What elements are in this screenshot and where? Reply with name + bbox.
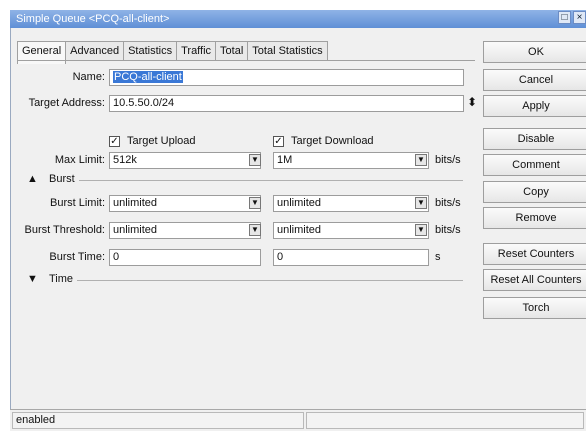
burst-time-label: Burst Time: <box>49 251 105 263</box>
burst-threshold-unit: bits/s <box>435 224 461 236</box>
tab-total[interactable]: Total <box>215 41 249 60</box>
target-upload-label: Target Upload <box>127 135 196 147</box>
burst-limit-upload-dropdown-icon[interactable]: ▼ <box>249 197 261 209</box>
simple-queue-dialog: General Advanced Statistics Traffic Tota… <box>10 28 586 431</box>
max-limit-upload-field[interactable]: 512k <box>109 152 261 169</box>
name-value: PCQ-all-client <box>113 71 183 83</box>
ok-button[interactable]: OK <box>483 41 586 63</box>
tab-divider <box>17 60 475 61</box>
max-limit-download-field[interactable]: 1M <box>273 152 429 169</box>
target-address-label: Target Address: <box>28 97 105 109</box>
window-title: Simple Queue <PCQ-all-client> <box>16 13 170 25</box>
close-window-button[interactable]: × <box>573 11 586 24</box>
tab-total-statistics[interactable]: Total Statistics <box>247 41 328 60</box>
restore-window-button[interactable]: □ <box>558 11 571 24</box>
updown-arrow-icon[interactable]: ⬍ <box>467 95 477 109</box>
burst-threshold-upload-dropdown-icon[interactable]: ▼ <box>249 224 261 236</box>
tab-traffic[interactable]: Traffic <box>176 41 217 60</box>
burst-limit-unit: bits/s <box>435 197 461 209</box>
time-expand-icon[interactable]: ▼ <box>27 273 38 285</box>
burst-limit-download-field[interactable]: unlimited <box>273 195 429 212</box>
name-label: Name: <box>72 71 105 83</box>
burst-threshold-label: Burst Threshold: <box>24 224 105 236</box>
burst-limit-upload-field[interactable]: unlimited <box>109 195 261 212</box>
tab-statistics[interactable]: Statistics <box>123 41 178 60</box>
apply-button[interactable]: Apply <box>483 95 586 117</box>
disable-button[interactable]: Disable <box>483 128 586 150</box>
burst-time-download-field[interactable]: 0 <box>273 249 429 266</box>
burst-threshold-upload-field[interactable]: unlimited <box>109 222 261 239</box>
max-limit-download-dropdown-icon[interactable]: ▼ <box>415 154 427 166</box>
max-limit-unit: bits/s <box>435 154 461 166</box>
burst-limit-download-dropdown-icon[interactable]: ▼ <box>415 197 427 209</box>
target-upload-checkbox[interactable]: ✓ <box>109 136 120 147</box>
burst-collapse-icon[interactable]: ▲ <box>27 173 38 185</box>
comment-button[interactable]: Comment <box>483 154 586 176</box>
max-limit-label: Max Limit: <box>54 154 105 166</box>
burst-threshold-download-field[interactable]: unlimited <box>273 222 429 239</box>
tab-strip: General Advanced Statistics Traffic Tota… <box>17 41 328 64</box>
name-field[interactable]: PCQ-all-client <box>109 69 464 86</box>
time-divider <box>77 280 463 281</box>
burst-section-label: Burst <box>49 173 75 185</box>
status-cell-empty <box>306 412 584 429</box>
target-address-field[interactable]: 10.5.50.0/24 <box>109 95 464 112</box>
time-section-label: Time <box>49 273 74 285</box>
max-limit-upload-dropdown-icon[interactable]: ▼ <box>249 154 261 166</box>
status-text: enabled <box>12 412 304 429</box>
remove-button[interactable]: Remove <box>483 207 586 229</box>
cancel-button[interactable]: Cancel <box>483 69 586 91</box>
target-download-checkbox[interactable]: ✓ <box>273 136 284 147</box>
burst-threshold-download-dropdown-icon[interactable]: ▼ <box>415 224 427 236</box>
target-download-label: Target Download <box>291 135 374 147</box>
reset-all-counters-button[interactable]: Reset All Counters <box>483 269 586 291</box>
status-bar: enabled <box>10 409 586 431</box>
copy-button[interactable]: Copy <box>483 181 586 203</box>
reset-counters-button[interactable]: Reset Counters <box>483 243 586 265</box>
torch-button[interactable]: Torch <box>483 297 586 319</box>
window-titlebar: Simple Queue <PCQ-all-client> □ × <box>10 10 586 28</box>
tab-advanced[interactable]: Advanced <box>65 41 125 60</box>
burst-time-unit: s <box>435 251 441 263</box>
burst-divider <box>79 180 463 181</box>
burst-limit-label: Burst Limit: <box>49 197 105 209</box>
burst-time-upload-field[interactable]: 0 <box>109 249 261 266</box>
